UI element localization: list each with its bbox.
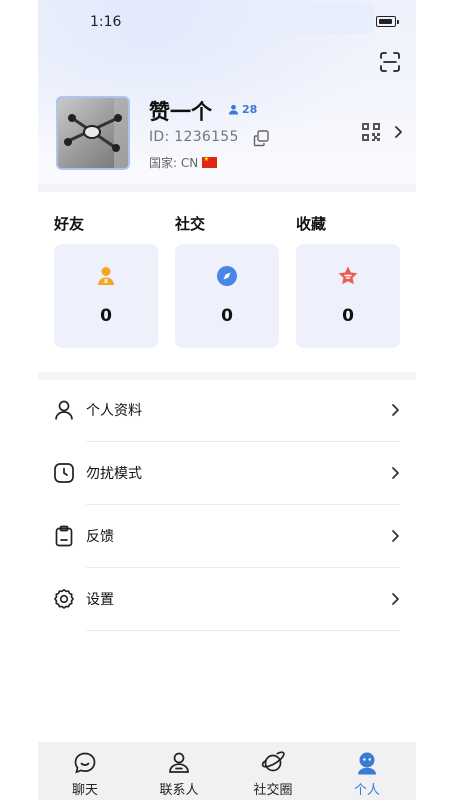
avatar[interactable] (56, 96, 130, 170)
tab-chat[interactable]: 聊天 (38, 742, 132, 800)
compass-icon (217, 266, 237, 286)
favorites-card[interactable]: 0 (296, 244, 400, 348)
chevron-right-icon (392, 530, 399, 542)
chat-icon (74, 752, 96, 774)
tab-label: 个人 (353, 783, 380, 798)
friend-icon (98, 267, 114, 285)
social-card[interactable]: 0 (175, 244, 279, 348)
fans-badge: 28 (228, 101, 257, 117)
stat-title-friends: 好友 (54, 215, 85, 233)
tab-label: 联系人 (159, 783, 199, 798)
star-icon (338, 266, 358, 285)
country-row: 国家: CN (149, 154, 218, 171)
menu-label: 勿扰模式 (86, 466, 142, 482)
clipboard-icon (55, 525, 73, 547)
friends-count: 0 (100, 306, 112, 326)
profile-chevron-icon[interactable] (393, 125, 403, 139)
tab-social-circle[interactable]: 社交圈 (226, 742, 320, 800)
avatar-photo (58, 98, 128, 168)
clock-icon (54, 463, 74, 483)
scan-icon[interactable] (378, 50, 402, 74)
menu-label: 个人资料 (86, 403, 142, 419)
battery-icon (376, 16, 399, 27)
cn-flag-icon (202, 155, 218, 168)
username: 赞一个 (149, 100, 212, 124)
menu-label: 反馈 (86, 529, 114, 545)
friends-card[interactable]: 0 (54, 244, 158, 348)
tab-contacts[interactable]: 联系人 (132, 742, 226, 800)
person-icon (55, 400, 73, 420)
user-id: ID: 1236155 (149, 129, 239, 145)
tab-label: 聊天 (71, 783, 98, 798)
planet-icon (261, 751, 285, 772)
user-icon (228, 104, 239, 115)
menu-item-settings[interactable]: 设置 (38, 569, 416, 631)
stat-title-social: 社交 (175, 215, 206, 233)
qr-code-icon[interactable] (361, 122, 381, 142)
stat-title-favorites: 收藏 (296, 215, 327, 233)
gear-icon (54, 589, 74, 609)
chevron-right-icon (392, 404, 399, 416)
status-indicator (286, 4, 374, 34)
social-count: 0 (221, 306, 233, 326)
tab-me[interactable]: 个人 (320, 742, 414, 800)
contacts-icon (169, 752, 189, 773)
favorites-count: 0 (342, 306, 354, 326)
menu-item-feedback[interactable]: 反馈 (38, 506, 416, 568)
chevron-right-icon (392, 467, 399, 479)
country-text: 国家: CN (149, 156, 199, 170)
section-divider (38, 372, 416, 380)
me-icon (358, 752, 376, 775)
menu-label: 设置 (86, 592, 114, 608)
section-divider (38, 184, 416, 192)
status-time: 1:16 (90, 14, 122, 30)
chevron-right-icon (392, 593, 399, 605)
fans-count: 28 (242, 102, 258, 116)
copy-icon[interactable] (252, 129, 270, 147)
menu-item-dnd[interactable]: 勿扰模式 (38, 443, 416, 505)
bottom-tab-bar: 聊天 联系人 社交圈 个人 (38, 742, 416, 800)
profile-screen: 1:16 赞一个 28 ID: 1236155 国家: CN ★ 好友 社交 收… (38, 0, 416, 800)
tab-label: 社交圈 (253, 783, 293, 798)
menu-item-profile[interactable]: 个人资料 (38, 380, 416, 442)
